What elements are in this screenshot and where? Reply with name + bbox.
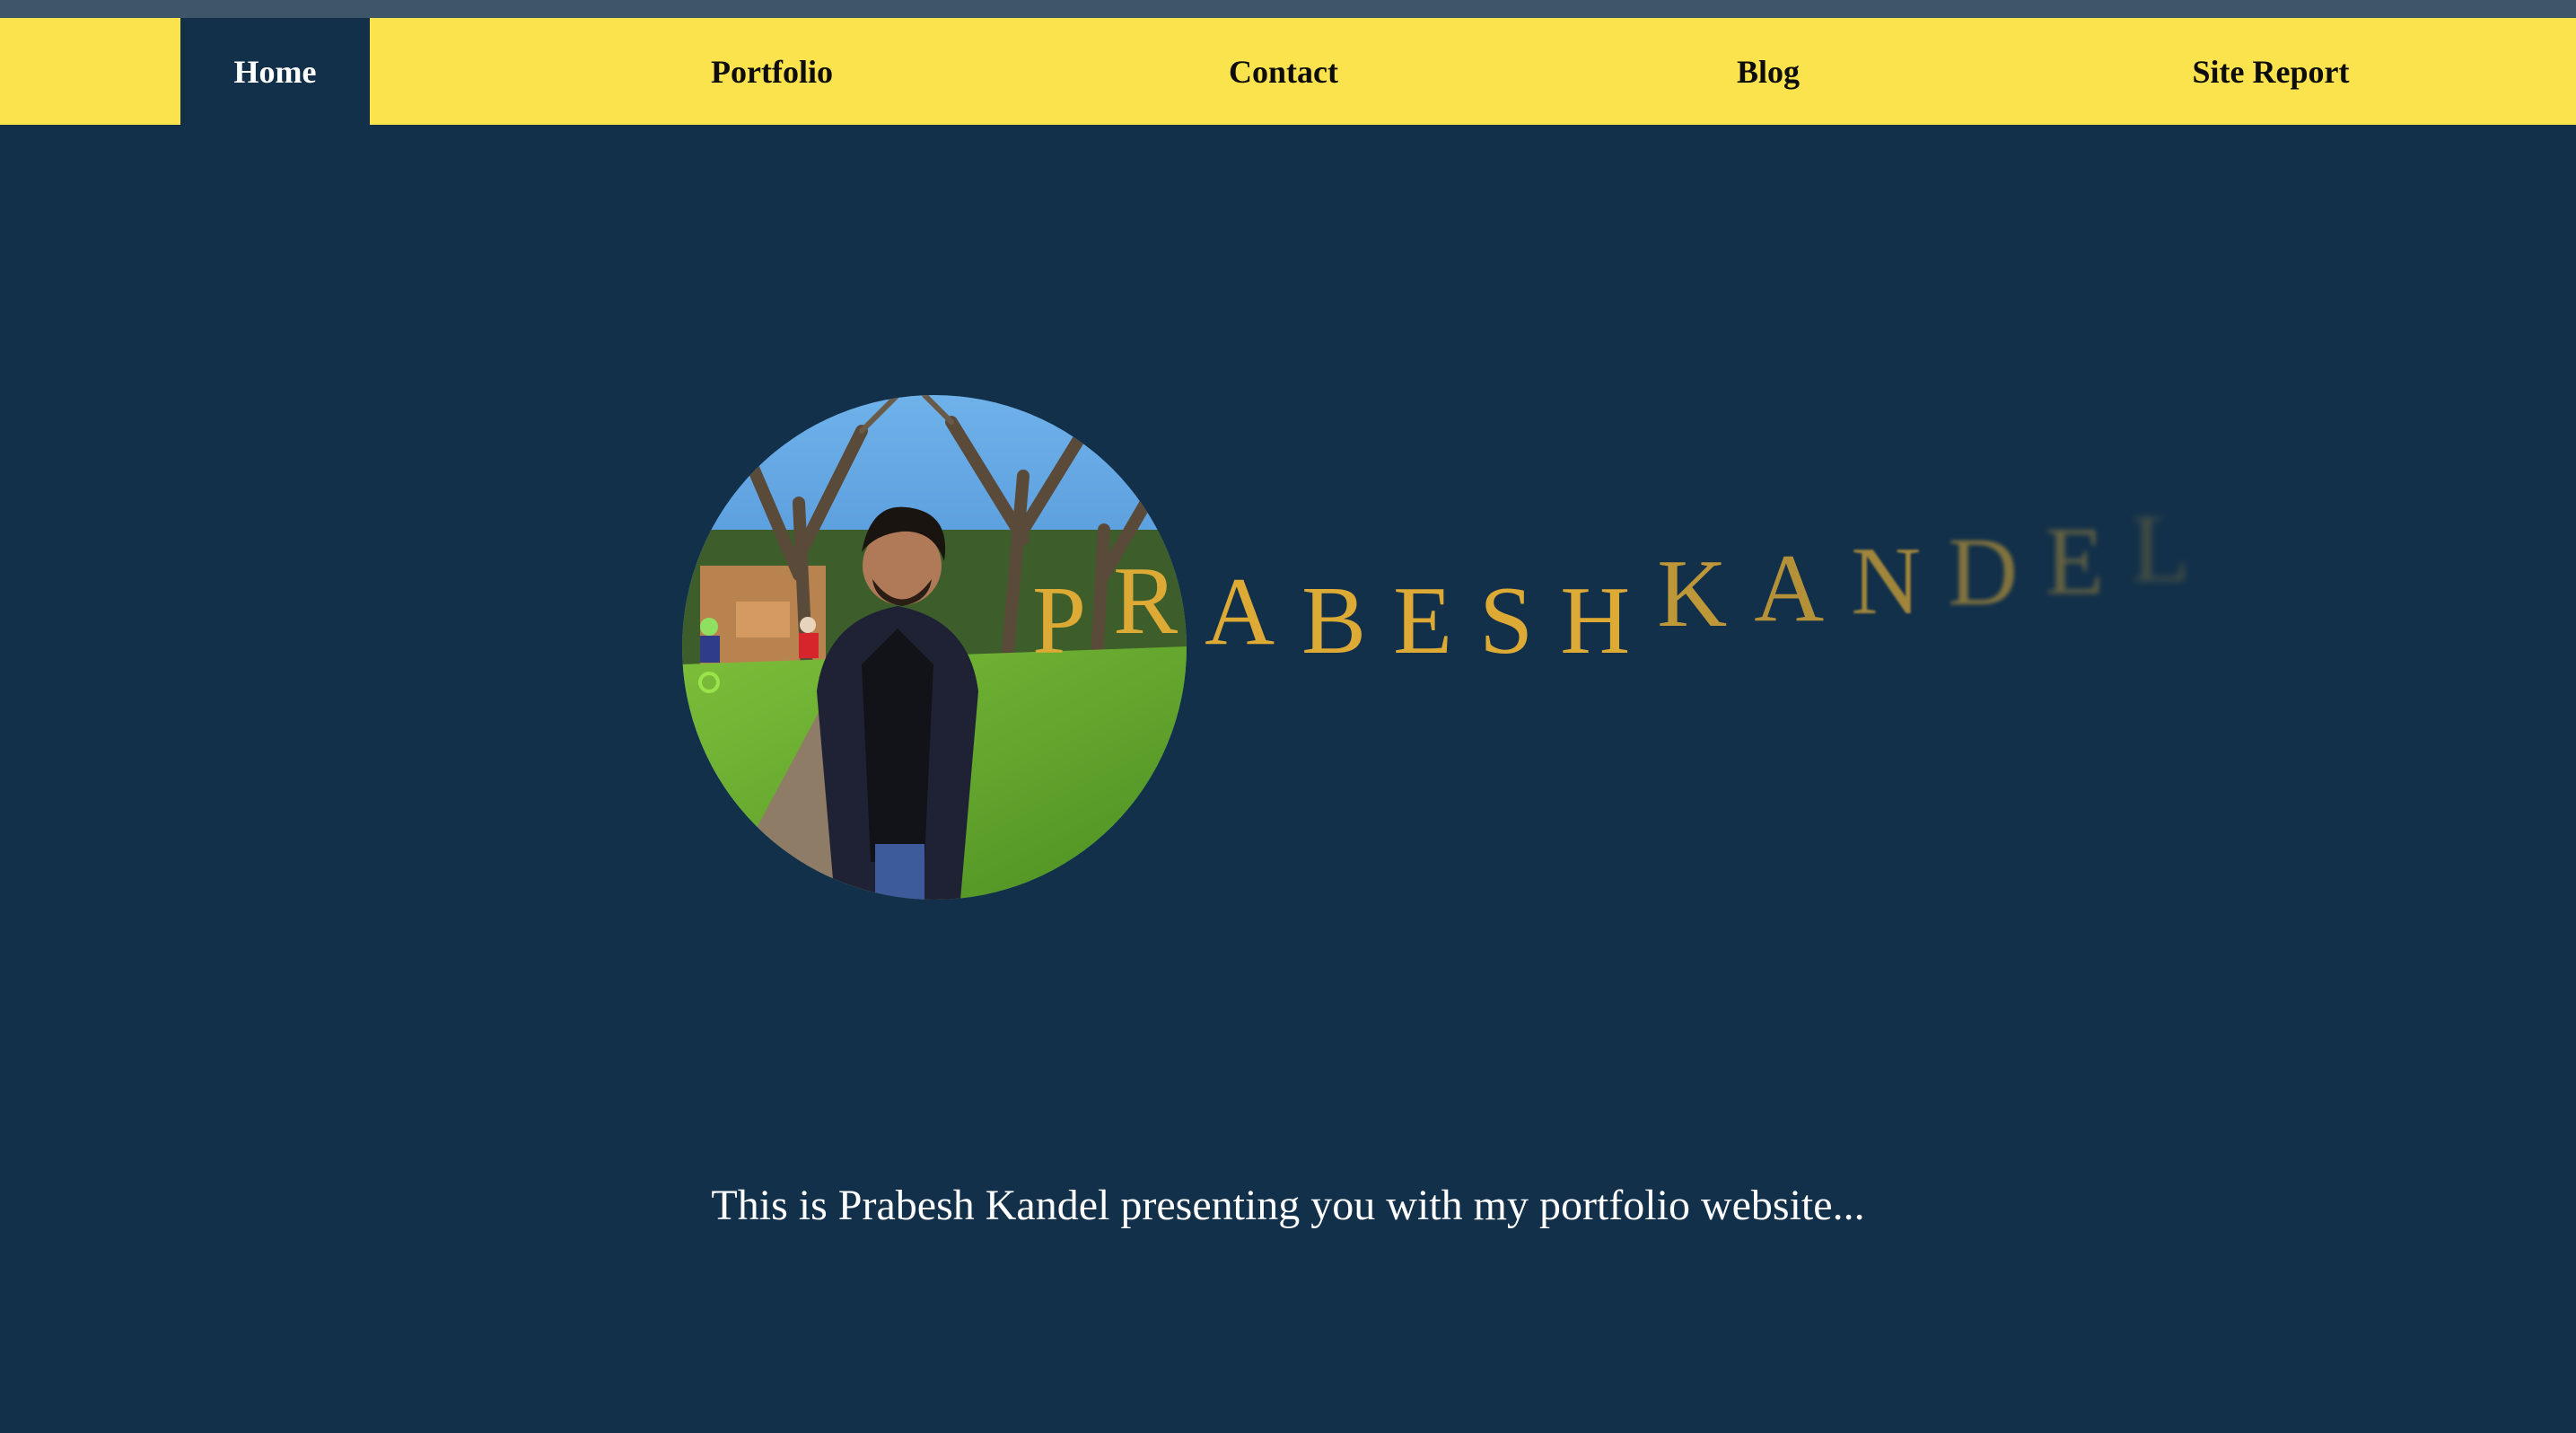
hero-name-letter: B — [1301, 567, 1394, 674]
hero-name-letter: N — [1851, 528, 1949, 635]
hero-name-letter: K — [1657, 541, 1755, 647]
top-strip — [0, 0, 2576, 18]
hero-name-letter: L — [2131, 496, 2218, 602]
nav-site-report-link[interactable]: Site Report — [2154, 18, 2388, 125]
hero-name-letter: P — [1032, 567, 1114, 674]
nav-portfolio-link[interactable]: Portfolio — [682, 18, 862, 125]
navbar: Home Portfolio Contact Blog Site Report — [0, 18, 2576, 125]
hero-name-letter: R — [1113, 548, 1205, 655]
hero-name-letter: S — [1479, 567, 1561, 674]
hero-name-letter: E — [2045, 508, 2132, 615]
hero-name-letter: A — [1754, 535, 1852, 642]
hero-last-name: KANDEL — [1657, 496, 2217, 647]
hero-name-letter: D — [1948, 519, 2046, 626]
hero-first-name: PRABESH — [1032, 541, 1657, 674]
hero-name-letter: H — [1560, 567, 1658, 674]
nav-contact-link[interactable]: Contact — [1194, 18, 1373, 125]
nav-blog-link[interactable]: Blog — [1678, 18, 1858, 125]
hero-name-letter: A — [1205, 558, 1302, 665]
hero-name-letter: E — [1393, 567, 1480, 674]
hero-name: PRABESHKANDEL — [1032, 496, 2217, 682]
hero-tagline: This is Prabesh Kandel presenting you wi… — [711, 1182, 1865, 1229]
nav-home-link[interactable]: Home — [180, 18, 370, 125]
